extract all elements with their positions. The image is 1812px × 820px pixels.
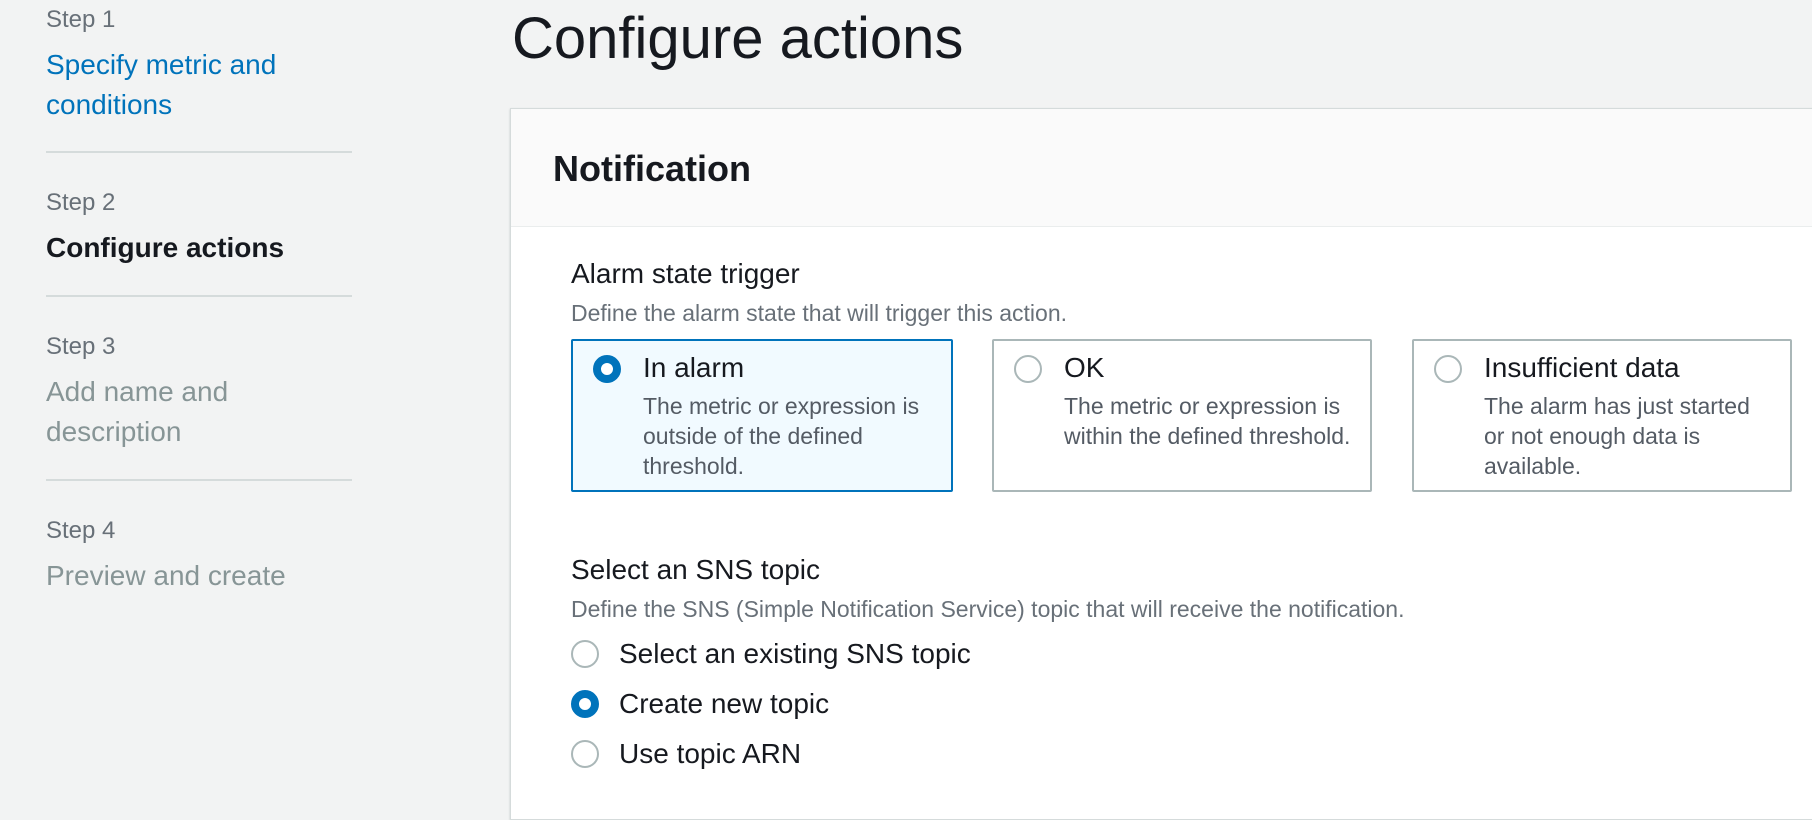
step-link-specify-metric[interactable]: Specify metric and conditions bbox=[46, 45, 306, 125]
option-existing-sns-topic[interactable]: Select an existing SNS topic bbox=[571, 636, 971, 672]
option-use-topic-arn[interactable]: Use topic ARN bbox=[571, 736, 801, 772]
panel-header: Notification bbox=[511, 109, 1812, 227]
option-label: Select an existing SNS topic bbox=[619, 638, 971, 669]
tile-ok[interactable]: OK The metric or expression is within th… bbox=[992, 339, 1372, 492]
step-number: Step 4 bbox=[46, 517, 116, 544]
alarm-state-trigger-description: Define the alarm state that will trigger… bbox=[571, 300, 1068, 326]
option-label: Create new topic bbox=[619, 688, 830, 719]
sns-topic-description: Define the SNS (Simple Notification Serv… bbox=[571, 596, 1405, 622]
radio-ok[interactable] bbox=[1014, 355, 1042, 383]
wizard-step-4: Step 4 Preview and create bbox=[46, 516, 352, 596]
step-title-disabled: Add name and description bbox=[46, 376, 229, 447]
step-number: Step 2 bbox=[46, 189, 116, 216]
tile-description: The alarm has just started or not enough… bbox=[1484, 393, 1750, 479]
step-number: Step 3 bbox=[46, 333, 116, 360]
tile-title: In alarm bbox=[643, 352, 745, 383]
tile-insufficient-data[interactable]: Insufficient data The alarm has just sta… bbox=[1412, 339, 1792, 492]
radio-create-new-topic[interactable] bbox=[571, 690, 599, 718]
panel-title: Notification bbox=[553, 147, 751, 189]
step-number: Step 1 bbox=[46, 6, 116, 33]
radio-existing-sns-topic[interactable] bbox=[571, 640, 599, 668]
page-title: Configure actions bbox=[512, 6, 964, 71]
tile-description: The metric or expression is within the d… bbox=[1064, 393, 1351, 449]
option-label: Use topic ARN bbox=[619, 738, 802, 769]
alarm-state-trigger-label: Alarm state trigger bbox=[571, 258, 800, 289]
wizard-step-2: Step 2 Configure actions bbox=[46, 188, 352, 297]
tile-title: Insufficient data bbox=[1484, 352, 1680, 383]
step-title-current: Configure actions bbox=[46, 232, 285, 263]
wizard-step-1[interactable]: Step 1 Specify metric and conditions bbox=[46, 5, 352, 153]
tile-title: OK bbox=[1064, 352, 1105, 383]
option-create-new-topic[interactable]: Create new topic bbox=[571, 686, 829, 722]
tile-in-alarm[interactable]: In alarm The metric or expression is out… bbox=[571, 339, 953, 492]
sns-topic-label: Select an SNS topic bbox=[571, 554, 821, 585]
wizard-step-3: Step 3 Add name and description bbox=[46, 332, 352, 481]
tile-description: The metric or expression is outside of t… bbox=[643, 393, 920, 479]
radio-insufficient-data[interactable] bbox=[1434, 355, 1462, 383]
radio-use-topic-arn[interactable] bbox=[571, 740, 599, 768]
step-title-disabled: Preview and create bbox=[46, 560, 286, 591]
notification-panel: Notification Alarm state trigger Define … bbox=[510, 108, 1812, 820]
radio-in-alarm[interactable] bbox=[593, 355, 621, 383]
